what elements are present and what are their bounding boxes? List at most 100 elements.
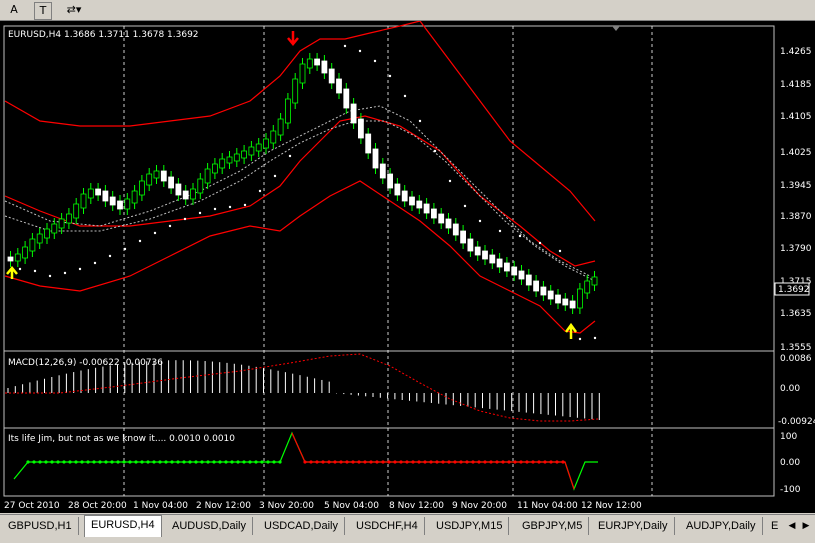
indicator-dot <box>549 460 553 464</box>
tab-scroll-right-icon[interactable]: ▶ <box>800 519 812 533</box>
indicator-dot <box>74 460 78 464</box>
candle-body <box>379 163 386 179</box>
candle-body <box>29 238 36 252</box>
candlesticks <box>7 53 598 314</box>
indicator-dot <box>309 460 313 464</box>
time-label: 28 Oct 20:00 <box>68 501 127 511</box>
candle-body <box>109 196 116 206</box>
macd-scale-label: 0.0086 <box>780 354 812 364</box>
candle-body <box>482 250 488 260</box>
candle-body <box>22 246 29 259</box>
text-icon[interactable]: A <box>6 2 22 18</box>
chart-canvas[interactable]: 1.4265 1.4185 1.4105 1.4025 1.3945 1.387… <box>0 21 815 513</box>
price-label: 1.3790 <box>780 244 812 254</box>
indicator-dot <box>212 460 216 464</box>
indicator-dot <box>357 460 361 464</box>
indicator-dot <box>260 460 264 464</box>
indicator-dot <box>369 460 373 464</box>
candle-body <box>423 203 430 214</box>
indicator-dot <box>140 460 144 464</box>
candle-body <box>95 188 101 196</box>
indicator-dot <box>86 460 90 464</box>
indicator-dot <box>176 460 180 464</box>
tab-eurusd-h4[interactable]: EURUSD,H4 <box>84 515 162 537</box>
candle-body <box>226 156 233 164</box>
indicator-dot <box>44 460 48 464</box>
candle-body <box>175 183 182 196</box>
indicator-dot <box>471 460 475 464</box>
indicator-dot <box>188 460 192 464</box>
indicator-dot <box>483 460 487 464</box>
tab-usdcad-daily[interactable]: USDCAD,Daily <box>258 517 345 535</box>
candle-body <box>168 176 175 189</box>
indicator-dot <box>224 460 228 464</box>
indicator-dot <box>327 460 331 464</box>
indicator-dot <box>303 460 307 464</box>
tab-usdjpy-m15[interactable]: USDJPY,M15 <box>430 517 510 535</box>
tab-gbpjpy-m5[interactable]: GBPJPY,M5 <box>516 517 590 535</box>
indicator-dot <box>230 460 234 464</box>
candle-body <box>503 262 510 272</box>
arrows-dropdown-icon[interactable]: ⇄▾ <box>62 2 86 18</box>
signal-arrows <box>6 31 578 339</box>
candle-body <box>562 298 569 306</box>
indicator-dot <box>315 460 319 464</box>
indicator-dot <box>399 460 403 464</box>
tab-usdchf-h4[interactable]: USDCHF,H4 <box>350 517 425 535</box>
indicator-dot <box>152 460 156 464</box>
candle-body <box>204 168 211 184</box>
candle-body <box>416 200 423 209</box>
candle-body <box>66 213 72 224</box>
indicator-dot <box>321 460 325 464</box>
candle-body <box>547 290 554 300</box>
time-label: 12 Nov 12:00 <box>581 501 642 511</box>
candle-body <box>569 300 576 309</box>
candle-body <box>409 196 415 206</box>
toolbar: A T ⇄▾ <box>0 0 815 21</box>
candle-body <box>430 208 437 219</box>
indicator-dot <box>32 460 36 464</box>
time-label: 3 Nov 20:00 <box>259 501 314 511</box>
symbol-info: EURUSD,H4 1.3686 1.3711 1.3678 1.3692 <box>8 30 199 40</box>
macd-label: MACD(12,26,9) -0.00622 -0.00736 <box>8 358 163 368</box>
tab-gbpusd-h1[interactable]: GBPUSD,H1 <box>2 517 79 535</box>
indicator-dot <box>531 460 535 464</box>
chart-window[interactable]: 1.4265 1.4185 1.4105 1.4025 1.3945 1.387… <box>0 21 815 513</box>
current-price: 1.3692 <box>778 285 810 295</box>
text-label-icon[interactable]: T <box>34 2 52 20</box>
indicator-dot <box>158 460 162 464</box>
candle-body <box>102 190 109 202</box>
candle-body <box>153 170 160 179</box>
candle-body <box>394 183 401 196</box>
candle-body <box>452 223 459 236</box>
indicator-dot <box>411 460 415 464</box>
indicator-dot <box>447 460 451 464</box>
candle-body <box>117 200 123 210</box>
price-label: 1.3870 <box>780 212 812 222</box>
candle-body <box>496 258 503 268</box>
tab-overflow[interactable]: E <box>765 517 784 535</box>
custom-scale-label: 100 <box>780 432 797 442</box>
candle-body <box>124 198 131 210</box>
tab-audusd-daily[interactable]: AUDUSD,Daily <box>166 517 253 535</box>
indicator-dot <box>68 460 72 464</box>
candle-body <box>336 78 342 94</box>
indicator-dot <box>555 460 559 464</box>
time-label: 8 Nov 12:00 <box>389 501 444 511</box>
custom-scale-label: -100 <box>780 485 801 495</box>
candle-body <box>357 118 364 139</box>
time-label: 1 Nov 04:00 <box>133 501 188 511</box>
candle-body <box>321 60 328 74</box>
tab-eurjpy-daily[interactable]: EURJPY,Daily <box>592 517 675 535</box>
indicator-dot <box>495 460 499 464</box>
indicator-dot <box>441 460 445 464</box>
indicator-dot <box>345 460 349 464</box>
indicator-dot <box>351 460 355 464</box>
tab-scroll-left-icon[interactable]: ◀ <box>786 519 798 533</box>
tab-audjpy-daily[interactable]: AUDJPY,Daily <box>680 517 763 535</box>
indicator-dot <box>375 460 379 464</box>
candle-body <box>138 180 145 196</box>
indicator-dot <box>339 460 343 464</box>
indicator-dot <box>387 460 391 464</box>
indicator-dot <box>537 460 541 464</box>
